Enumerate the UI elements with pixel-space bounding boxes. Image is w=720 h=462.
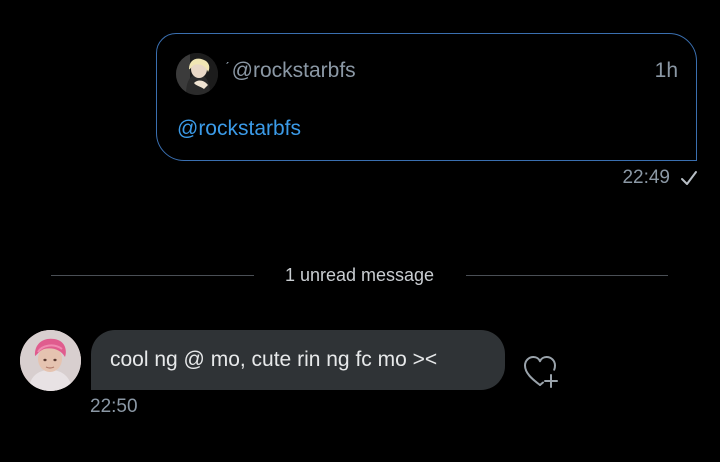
avatar-photo-icon bbox=[20, 330, 81, 391]
check-icon bbox=[681, 171, 697, 185]
shared-tweet-handle[interactable]: @rockstarbfs bbox=[232, 58, 356, 84]
shared-tweet-avatar[interactable] bbox=[176, 53, 218, 95]
add-reaction-button[interactable] bbox=[521, 352, 561, 392]
divider-line-right bbox=[466, 275, 668, 276]
received-message-bubble[interactable]: cool ng @ mo, cute rin ng fc mo >< bbox=[91, 330, 505, 390]
received-message-text: cool ng @ mo, cute rin ng fc mo >< bbox=[110, 348, 438, 371]
unread-divider: 1 unread message bbox=[51, 263, 668, 287]
sent-message-meta: 22:49 bbox=[622, 166, 698, 190]
shared-tweet-time: 1h bbox=[654, 59, 678, 82]
heart-plus-icon bbox=[524, 356, 558, 388]
sent-message-time: 22:49 bbox=[622, 167, 670, 188]
avatar-photo-icon bbox=[176, 53, 218, 95]
received-message-time: 22:50 bbox=[90, 396, 138, 417]
handle-prefix-mark: ˊ bbox=[225, 59, 230, 75]
shared-tweet-card[interactable]: ˊ @rockstarbfs 1h @rockstarbfs bbox=[156, 33, 697, 161]
shared-tweet-mention-link[interactable]: @rockstarbfs bbox=[177, 116, 301, 142]
shared-tweet-author[interactable]: ˊ @rockstarbfs bbox=[225, 58, 356, 84]
sender-avatar[interactable] bbox=[20, 330, 81, 391]
